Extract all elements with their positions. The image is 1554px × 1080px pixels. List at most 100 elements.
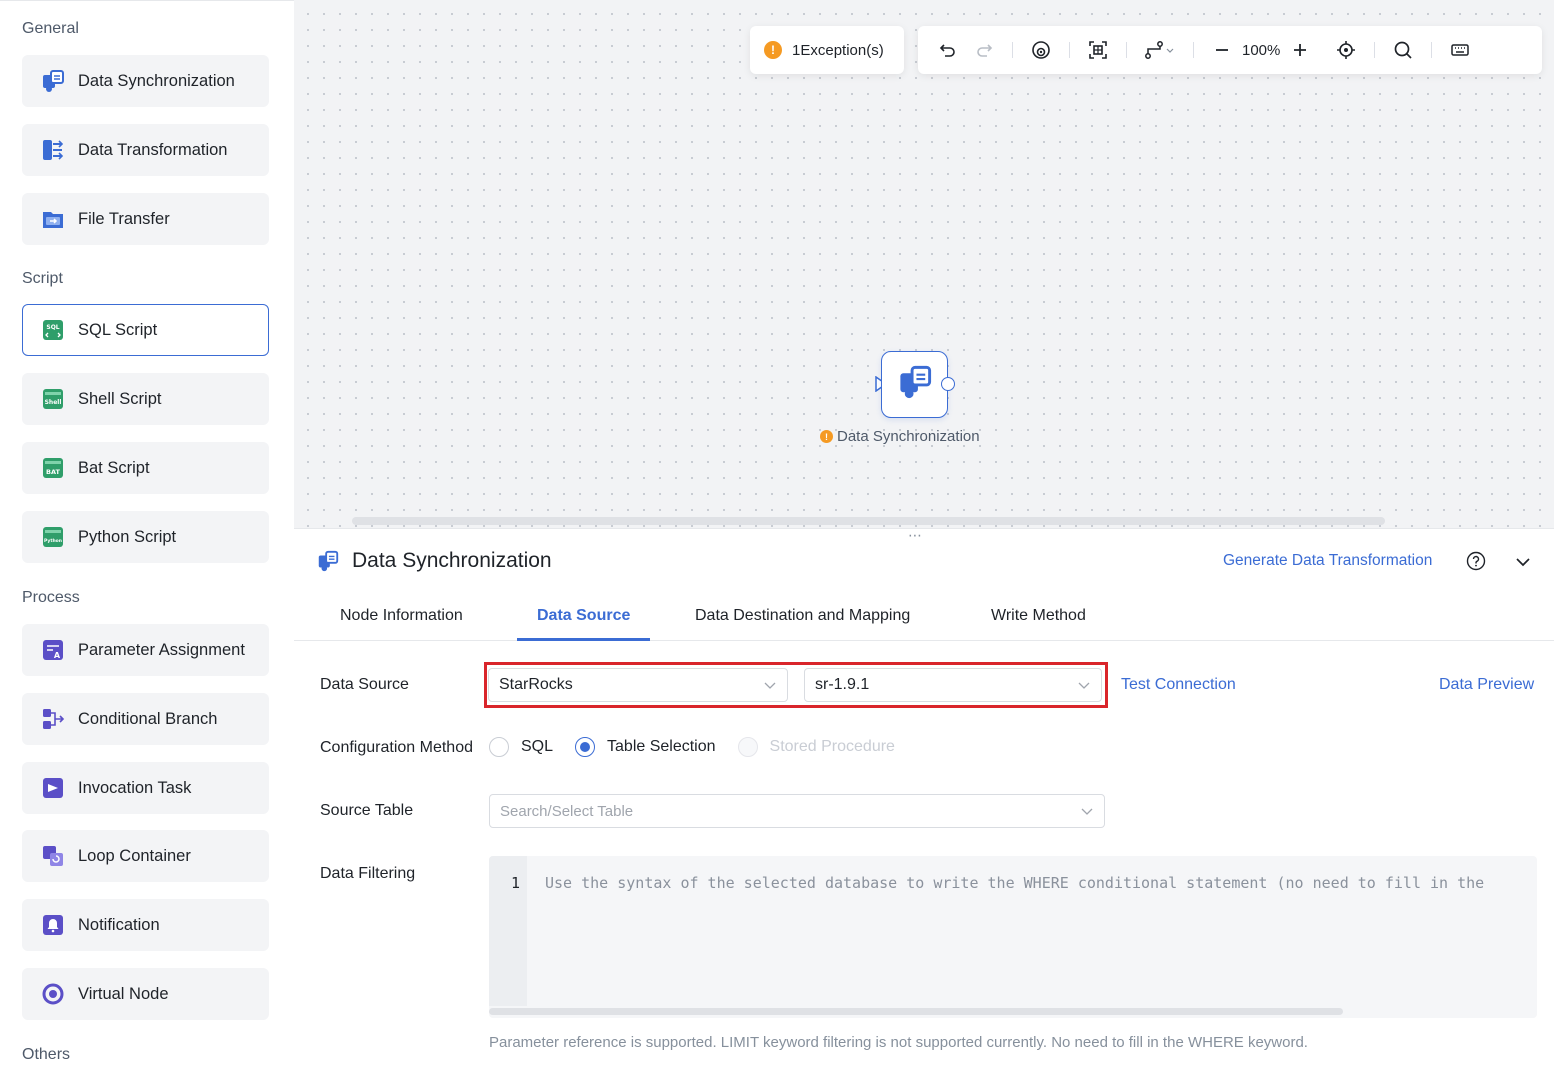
connector-style-icon[interactable] — [1143, 36, 1177, 64]
node-output-port[interactable] — [941, 377, 955, 391]
search-icon[interactable] — [1391, 36, 1415, 64]
section-title-process: Process — [22, 589, 80, 606]
section-title-general: General — [22, 20, 79, 37]
sidebar-item-label: Parameter Assignment — [78, 640, 245, 659]
sidebar-item-label: Loop Container — [78, 846, 191, 865]
editor-gutter — [489, 856, 527, 1006]
panel-title: Data Synchronization — [316, 549, 552, 573]
keyboard-icon[interactable] — [1448, 36, 1472, 64]
exception-count: 1Exception(s) — [792, 41, 884, 59]
sidebar-item-bat-script[interactable]: BAT Bat Script — [22, 442, 269, 494]
sidebar-item-data-synchronization[interactable]: Data Synchronization — [22, 55, 269, 107]
loop-icon — [40, 843, 66, 869]
node-label-text: Data Synchronization — [837, 428, 980, 445]
undo-icon[interactable] — [936, 36, 960, 64]
svg-text:Shell: Shell — [45, 399, 62, 406]
sidebar-item-label: Invocation Task — [78, 778, 192, 797]
workflow-canvas[interactable]: ! 1Exception(s) 100% ! Data Synchronizat… — [294, 0, 1554, 528]
data-source-label: Data Source — [320, 676, 409, 693]
source-table-placeholder: Search/Select Table — [500, 802, 634, 820]
workflow-node-label: ! Data Synchronization — [820, 428, 980, 445]
svg-text:SQL: SQL — [46, 324, 59, 331]
svg-text:Python: Python — [44, 538, 62, 544]
chevron-down-icon — [1080, 804, 1094, 822]
sidebar-item-invocation-task[interactable]: Invocation Task — [22, 762, 269, 814]
toolbar-divider — [1069, 42, 1070, 58]
help-icon[interactable] — [1466, 551, 1486, 576]
sidebar-item-sql-script[interactable]: SQL SQL Script — [22, 304, 269, 356]
sidebar-item-parameter-assignment[interactable]: A Parameter Assignment — [22, 624, 269, 676]
section-title-others: Others — [22, 1046, 71, 1063]
sidebar-item-label: SQL Script — [78, 320, 158, 339]
sidebar-item-conditional-branch[interactable]: Conditional Branch — [22, 693, 269, 745]
redo-icon[interactable] — [972, 36, 996, 64]
source-table-select[interactable]: Search/Select Table — [489, 794, 1105, 828]
data-filtering-label: Data Filtering — [320, 865, 416, 882]
workflow-node-data-synchronization[interactable] — [881, 351, 948, 418]
data-preview-link[interactable]: Data Preview — [1439, 676, 1534, 694]
branch-icon — [40, 706, 66, 732]
warning-icon: ! — [764, 41, 782, 59]
sidebar-item-virtual-node[interactable]: Virtual Node — [22, 968, 269, 1020]
radio-stored-procedure[interactable]: Stored Procedure — [737, 737, 895, 757]
sidebar-item-label: Data Synchronization — [78, 71, 235, 90]
invocation-icon — [40, 775, 66, 801]
bat-icon: BAT — [40, 455, 66, 481]
source-table-label: Source Table — [320, 802, 414, 819]
radio-table-selection[interactable]: Table Selection — [575, 737, 716, 757]
tab-node-information[interactable]: Node Information — [340, 607, 463, 625]
sidebar-item-data-transformation[interactable]: Data Transformation — [22, 124, 269, 176]
sidebar-item-notification[interactable]: Notification — [22, 899, 269, 951]
panel-resize-handle[interactable]: ⋯ — [908, 527, 923, 544]
sidebar-item-python-script[interactable]: Python Python Script — [22, 511, 269, 563]
sidebar-item-label: Data Transformation — [78, 140, 228, 159]
panel-tabs: Node Information Data Source Data Destin… — [294, 591, 1554, 641]
toolbar-divider — [1126, 42, 1127, 58]
eye-view-icon[interactable] — [1029, 36, 1053, 64]
toolbar-divider — [1193, 42, 1194, 58]
sidebar-item-label: Notification — [78, 915, 160, 934]
node-config-panel: ⋯ Data Synchronization Generate Data Tra… — [294, 527, 1554, 1080]
python-icon: Python — [40, 524, 66, 550]
sidebar-item-label: Conditional Branch — [78, 709, 218, 728]
sidebar-item-loop-container[interactable]: Loop Container — [22, 830, 269, 882]
active-tab-indicator — [517, 638, 650, 641]
data-source-type-select[interactable]: StarRocks — [488, 668, 788, 702]
data-sync-icon — [316, 549, 340, 573]
configuration-method-radio-group: SQL Table Selection Stored Procedure — [489, 737, 917, 757]
parameter-icon: A — [40, 637, 66, 663]
sidebar-item-label: Virtual Node — [78, 984, 169, 1003]
generate-data-transformation-link[interactable]: Generate Data Transformation — [1223, 552, 1432, 570]
tab-data-destination-and-mapping[interactable]: Data Destination and Mapping — [695, 607, 910, 625]
locate-icon[interactable] — [1334, 36, 1358, 64]
data-filtering-editor[interactable]: 1 Use the syntax of the selected databas… — [489, 856, 1537, 1018]
canvas-scrollbar[interactable] — [352, 517, 1385, 525]
editor-scrollbar[interactable] — [489, 1008, 1343, 1015]
sidebar-item-file-transfer[interactable]: File Transfer — [22, 193, 269, 245]
tab-write-method[interactable]: Write Method — [991, 607, 1086, 625]
data-source-instance-select[interactable]: sr-1.9.1 — [804, 668, 1102, 702]
toolbar-divider — [1374, 42, 1376, 58]
filter-placeholder: Use the syntax of the selected database … — [545, 874, 1485, 892]
tab-data-source[interactable]: Data Source — [537, 607, 630, 625]
radio-sql[interactable]: SQL — [489, 737, 553, 757]
svg-text:A: A — [54, 651, 61, 660]
toolbar-divider — [1012, 42, 1013, 58]
test-connection-link[interactable]: Test Connection — [1121, 676, 1236, 694]
sidebar-item-label: Shell Script — [78, 389, 162, 408]
zoom-out-icon[interactable] — [1210, 36, 1234, 64]
radio-circle — [575, 737, 596, 757]
chevron-down-icon[interactable] — [1514, 553, 1532, 576]
fit-view-icon[interactable] — [1086, 36, 1110, 64]
virtual-node-icon — [40, 981, 66, 1007]
section-title-script: Script — [22, 270, 63, 287]
sidebar-item-shell-script[interactable]: Shell Shell Script — [22, 373, 269, 425]
sql-icon: SQL — [40, 317, 66, 343]
line-number: 1 — [511, 874, 521, 892]
canvas-toolbar: 100% — [918, 26, 1542, 74]
data-sync-icon — [896, 363, 934, 406]
sidebar-item-label: Python Script — [78, 527, 177, 546]
exception-indicator[interactable]: ! 1Exception(s) — [750, 26, 904, 74]
panel-title-text: Data Synchronization — [352, 549, 552, 572]
zoom-in-icon[interactable] — [1288, 36, 1312, 64]
